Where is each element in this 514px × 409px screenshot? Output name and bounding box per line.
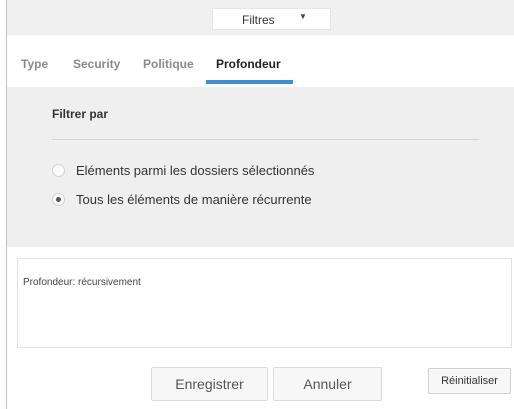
radio-option-recursive[interactable]: Tous les éléments de manière récurrente	[52, 192, 312, 207]
chevron-down-icon: ▼	[299, 12, 307, 21]
description-text: Profondeur: récursivement	[23, 277, 141, 288]
cancel-button[interactable]: Annuler	[273, 367, 382, 401]
tab-type[interactable]: Type	[21, 57, 48, 71]
panel-title: Filtrer par	[52, 107, 109, 121]
save-button[interactable]: Enregistrer	[151, 367, 268, 401]
depth-filter-panel: Filtrer par Eléments parmi les dossiers …	[7, 87, 514, 247]
radio-option-label: Tous les éléments de manière récurrente	[76, 192, 312, 207]
radio-option-selected-folders[interactable]: Eléments parmi les dossiers sélectionnés	[52, 163, 314, 178]
radio-option-label: Eléments parmi les dossiers sélectionnés	[76, 163, 315, 178]
radio-button-unchecked[interactable]	[52, 164, 65, 177]
reset-button[interactable]: Réinitialiser	[428, 368, 511, 394]
radio-button-checked[interactable]	[52, 193, 65, 206]
tab-security[interactable]: Security	[73, 57, 120, 71]
description-box: Profondeur: récursivement	[17, 258, 512, 348]
filter-dropdown-label: Filtres	[242, 13, 275, 27]
tab-politique[interactable]: Politique	[143, 57, 194, 71]
toolbar: Filtres ▼	[7, 0, 514, 36]
filter-dropdown[interactable]: Filtres ▼	[212, 8, 331, 30]
tab-profondeur[interactable]: Profondeur	[216, 57, 281, 71]
active-tab-indicator	[206, 80, 293, 84]
divider	[52, 139, 479, 140]
